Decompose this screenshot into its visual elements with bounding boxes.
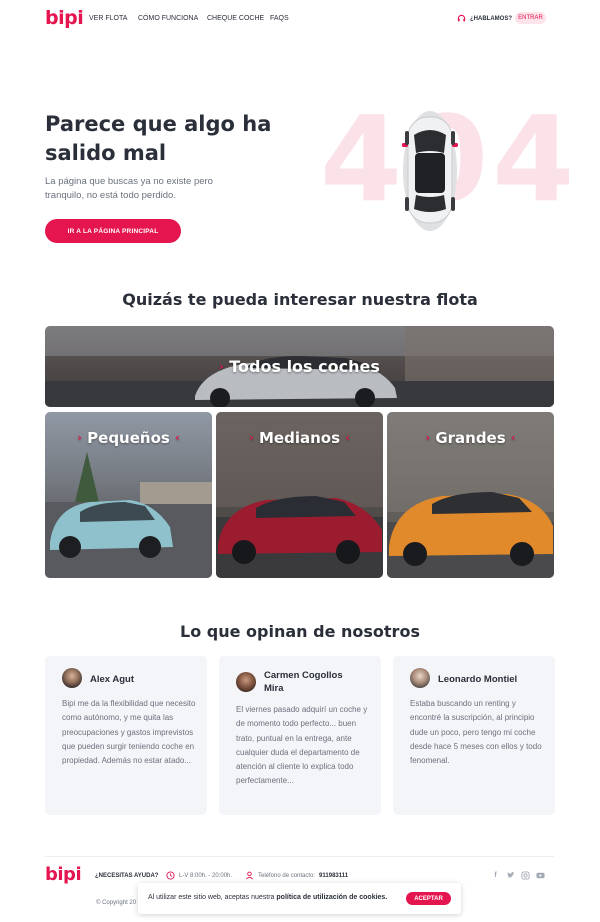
fleet-tile-label: Todos los coches: [229, 357, 380, 376]
reviews-section-title: Lo que opinan de nosotros: [180, 622, 420, 641]
phone-label: Teléfono de contacto:: [258, 872, 316, 879]
cookie-policy-link[interactable]: política de utilización de cookies.: [276, 894, 387, 901]
person-icon: [246, 871, 253, 880]
review-card: Leonardo Montiel Estaba buscando un rent…: [393, 656, 555, 815]
site-header: bipi VER FLOTA CÓMO FUNCIONA CHEQUE COCH…: [0, 0, 600, 38]
social-links: f: [491, 871, 545, 880]
nav-cheque-coche[interactable]: CHEQUE COCHE: [207, 15, 264, 22]
reviewer-name: Carmen Cogollos Mira: [264, 670, 343, 694]
nav-ver-flota[interactable]: VER FLOTA: [89, 15, 127, 22]
review-text: Estaba buscando un renting y encontré la…: [410, 699, 542, 766]
twitter-icon[interactable]: [506, 871, 515, 880]
arrow-right-icon: ›: [425, 431, 431, 444]
nav-como-funciona[interactable]: CÓMO FUNCIONA: [138, 15, 198, 22]
footer-bipi-logo[interactable]: bipi: [45, 864, 82, 885]
hours-text: L-V 8:00h. - 20:00h.: [179, 872, 233, 879]
fleet-tile-label: Pequeños: [87, 429, 170, 447]
arrow-right-icon: ›: [219, 360, 224, 373]
facebook-icon[interactable]: f: [491, 871, 500, 880]
instagram-icon[interactable]: [521, 871, 530, 880]
fleet-tile-label: Medianos: [258, 429, 340, 447]
contact-phone[interactable]: Teléfono de contacto: 911983111: [245, 871, 348, 880]
footer-divider: [45, 856, 554, 857]
copyright: © Copyright 20: [96, 900, 137, 906]
arrow-right-icon: ›: [249, 431, 254, 444]
arrow-left-icon: ‹: [175, 431, 180, 444]
clock-icon: [166, 871, 175, 880]
fleet-tile-large[interactable]: › Grandes ‹: [387, 412, 554, 578]
car-top-view-illustration: [402, 111, 458, 231]
error-title: Parece que algo ha salido mal: [45, 112, 272, 165]
fleet-tile-medium[interactable]: › Medianos ‹: [216, 412, 383, 578]
arrow-left-icon: ‹: [345, 431, 350, 444]
nav-faqs[interactable]: FAQS: [270, 15, 289, 22]
arrow-right-icon: ›: [77, 431, 82, 444]
cookie-banner: Al utilizar este sitio web, aceptas nues…: [138, 883, 461, 914]
reviewer-name: Leonardo Montiel: [438, 674, 518, 685]
youtube-icon[interactable]: [536, 871, 545, 880]
fleet-tile-label: Grandes: [435, 429, 506, 447]
review-card: Alex Agut Bipi me da la flexibilidad que…: [45, 656, 207, 815]
headset-icon: [457, 14, 466, 22]
phone-number[interactable]: 911983111: [319, 873, 348, 879]
contact-link[interactable]: ¿HABLAMOS?: [457, 14, 512, 23]
bipi-logo[interactable]: bipi: [45, 7, 84, 29]
fleet-tile-all[interactable]: › Todos los coches: [45, 326, 554, 407]
avatar: [410, 668, 430, 688]
avatar: [62, 668, 82, 688]
home-button[interactable]: IR A LA PÁGINA PRINCIPAL: [45, 219, 181, 243]
contact-label: ¿HABLAMOS?: [470, 15, 512, 22]
cookie-text: Al utilizar este sitio web, aceptas nues…: [148, 894, 275, 901]
error-subtitle: La página que buscas ya no existe pero t…: [45, 176, 213, 201]
cookie-message: Al utilizar este sitio web, aceptas nues…: [148, 894, 387, 901]
fleet-tile-small[interactable]: › Pequeños ‹: [45, 412, 212, 578]
review-card: Carmen Cogollos Mira El viernes pasado a…: [219, 656, 381, 815]
login-button[interactable]: ENTRAR: [515, 12, 546, 24]
fleet-section-title: Quizás te pueda interesar nuestra flota: [122, 290, 478, 309]
opening-hours: L-V 8:00h. - 20:00h.: [166, 871, 232, 880]
avatar: [236, 672, 256, 692]
help-label: ¿NECESITAS AYUDA?: [95, 873, 159, 879]
review-text: El viernes pasado adquirí un coche y de …: [236, 705, 368, 786]
arrow-left-icon: ‹: [510, 431, 516, 444]
reviewer-name: Alex Agut: [90, 674, 134, 685]
review-text: Bipi me da la flexibilidad que necesito …: [62, 699, 196, 766]
accept-cookies-button[interactable]: ACEPTAR: [406, 892, 451, 905]
